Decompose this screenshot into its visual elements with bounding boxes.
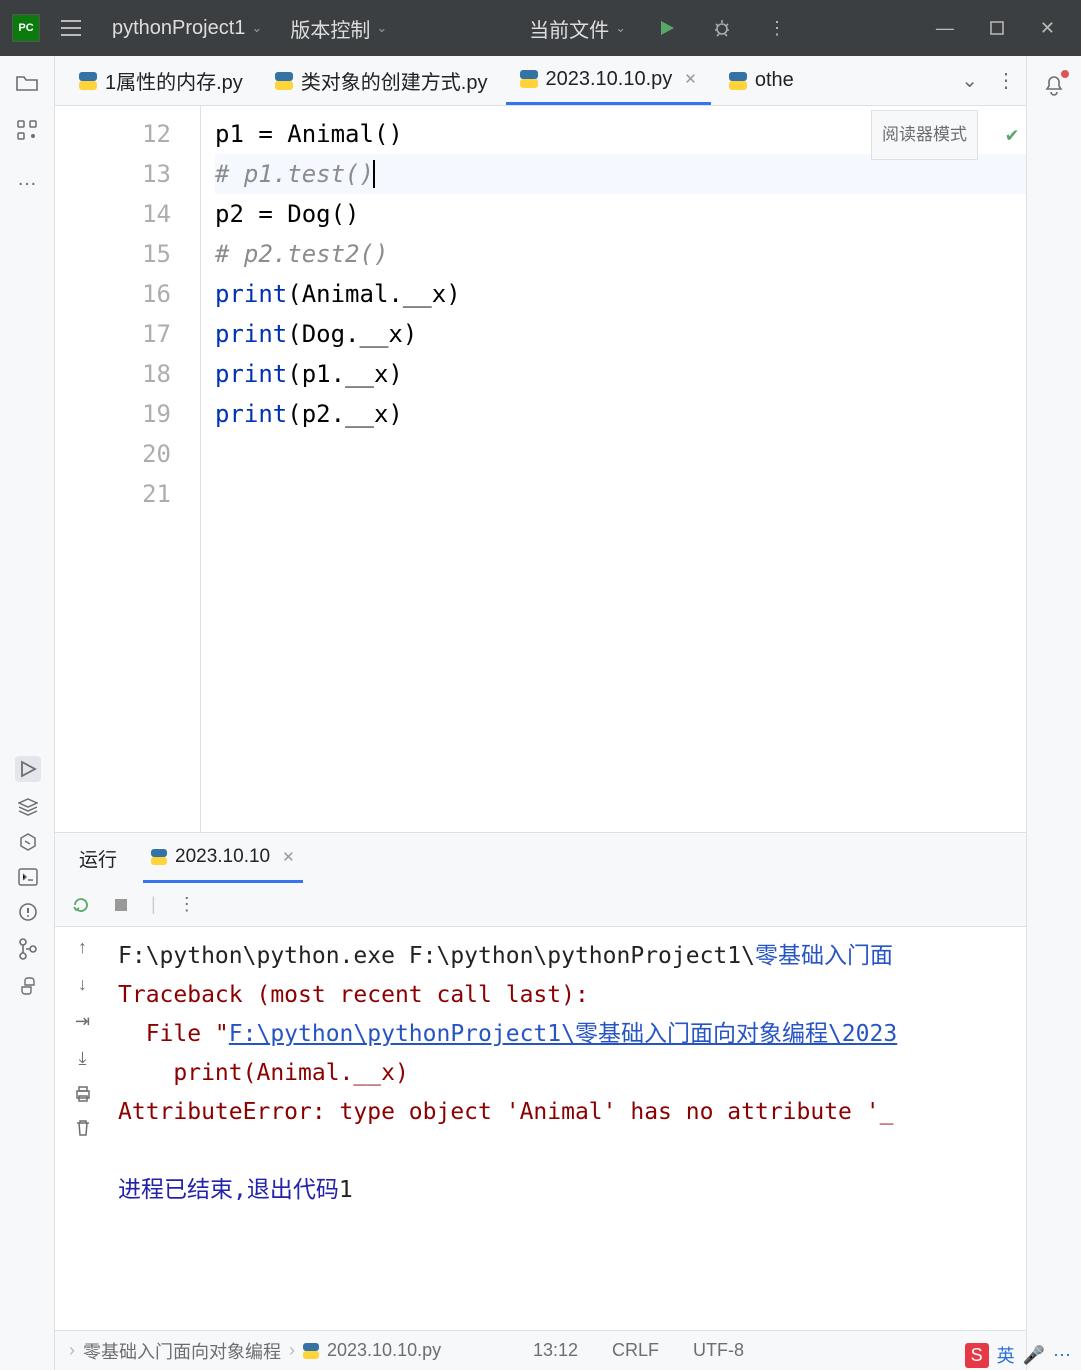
console-line: File "F:\python\pythonProject1\零基础入门面向对象… [118,1015,1022,1054]
tabs-dropdown-icon[interactable]: ⌄ [961,68,978,93]
run-icon[interactable] [644,19,690,37]
console-line: F:\python\python.exe F:\python\pythonPro… [118,937,1022,976]
notification-dot-icon [1061,70,1069,78]
project-name[interactable]: pythonProject1⌄ [102,17,272,40]
down-icon[interactable]: ↓ [78,974,87,995]
more-tools-icon[interactable]: … [17,168,37,191]
reader-mode-badge[interactable]: 阅读器模式 [871,110,978,160]
run-config[interactable]: 当前文件⌄ [519,14,636,43]
tabs-more-icon[interactable]: ⋮ [996,68,1016,93]
encoding[interactable]: UTF-8 [693,1340,744,1361]
rerun-icon[interactable] [71,895,91,915]
services-icon[interactable] [18,832,38,852]
vcs-tool-icon[interactable] [18,938,38,960]
ime-bar: S 英 🎤 ⋯ [965,1342,1071,1368]
tab-file-2[interactable]: 类对象的创建方式.py [261,56,502,105]
statusbar: › 零基础入门面向对象编程 › 2023.10.10.py 13:12 CRLF… [55,1330,1026,1370]
up-icon[interactable]: ↑ [78,937,87,958]
tab-file-3[interactable]: 2023.10.10.py ✕ [506,56,711,105]
editor[interactable]: 12131415161718192021 阅读器模式 ✔ p1 = Animal… [55,106,1026,832]
line-number[interactable]: 17 [55,314,199,354]
run-tab[interactable]: 2023.10.10 ✕ [143,833,303,883]
code-line[interactable]: p2 = Dog() [215,194,1026,234]
line-number[interactable]: 20 [55,434,199,474]
code-line[interactable]: print(p2.__x) [215,394,1026,434]
caret-position[interactable]: 13:12 [533,1340,578,1361]
titlebar: PC pythonProject1⌄ 版本控制⌄ 当前文件⌄ ⋮ — ✕ [0,0,1081,56]
delete-icon[interactable] [75,1119,91,1137]
project-tool-icon[interactable] [16,74,38,92]
close-run-tab-icon[interactable]: ✕ [278,848,295,866]
console-output[interactable]: F:\python\python.exe F:\python\pythonPro… [110,927,1026,1330]
line-separator[interactable]: CRLF [612,1340,659,1361]
more-icon[interactable]: ⋮ [754,18,800,39]
line-number[interactable]: 21 [55,474,199,514]
code-line[interactable]: print(Animal.__x) [215,274,1026,314]
console-line: print(Animal.__x) [118,1054,1022,1093]
line-number[interactable]: 16 [55,274,199,314]
notifications-icon[interactable] [1043,74,1065,98]
soft-wrap-icon[interactable]: ⇥ [75,1011,90,1032]
ime-indicator[interactable]: S [965,1343,989,1368]
console-line: Traceback (most recent call last): [118,976,1022,1015]
minimize-icon[interactable]: — [922,18,968,39]
ime-mic-icon[interactable]: 🎤 [1023,1345,1045,1366]
pycharm-logo-icon: PC [12,14,40,42]
close-icon[interactable]: ✕ [1026,18,1069,39]
structure-tool-icon[interactable] [17,120,37,140]
code-line[interactable]: print(Dog.__x) [215,314,1026,354]
terminal-icon[interactable] [18,868,38,886]
debug-icon[interactable] [698,18,746,38]
breadcrumb-folder[interactable]: 零基础入门面向对象编程 [83,1338,281,1364]
inspection-ok-icon[interactable]: ✔ [1006,114,1018,154]
line-number[interactable]: 19 [55,394,199,434]
python-console-icon[interactable] [18,976,38,996]
tab-file-4[interactable]: othe [715,56,808,105]
left-tool-sidebar: … [0,56,55,1370]
console-line: 进程已结束,退出代码1 [118,1171,1022,1210]
editor-tabs: 1属性的内存.py 类对象的创建方式.py 2023.10.10.py ✕ ot… [55,56,1026,106]
tab-file-1[interactable]: 1属性的内存.py [65,56,257,105]
toolbar-more-icon[interactable]: ⋮ [178,894,196,915]
line-number[interactable]: 15 [55,234,199,274]
code-line[interactable]: print(p1.__x) [215,354,1026,394]
maximize-icon[interactable] [976,21,1018,35]
problems-icon[interactable] [18,902,38,922]
line-number[interactable]: 12 [55,114,199,154]
line-number[interactable]: 13 [55,154,199,194]
vcs-menu[interactable]: 版本控制⌄ [280,14,397,43]
right-tool-sidebar [1026,56,1081,1370]
breadcrumb-chevron-icon: › [69,1340,75,1361]
line-number[interactable]: 14 [55,194,199,234]
layers-icon[interactable] [18,798,38,816]
code-line[interactable]: # p1.test() [215,154,1026,194]
scroll-to-end-icon[interactable]: ⤓ [79,1048,87,1069]
print-icon[interactable] [74,1085,92,1103]
line-number[interactable]: 18 [55,354,199,394]
console-line [118,1132,1022,1171]
console-line: AttributeError: type object 'Animal' has… [118,1093,1022,1132]
run-tool-icon[interactable] [15,756,41,782]
ime-extra-icon[interactable]: ⋯ [1053,1345,1071,1366]
ime-lang[interactable]: 英 [997,1342,1015,1368]
main-menu-icon[interactable] [48,19,94,37]
code-line[interactable]: # p2.test2() [215,234,1026,274]
close-tab-icon[interactable]: ✕ [680,70,697,88]
run-panel-title[interactable]: 运行 [71,833,125,883]
stop-icon[interactable] [113,897,129,913]
breadcrumb-file[interactable]: 2023.10.10.py [327,1340,441,1361]
